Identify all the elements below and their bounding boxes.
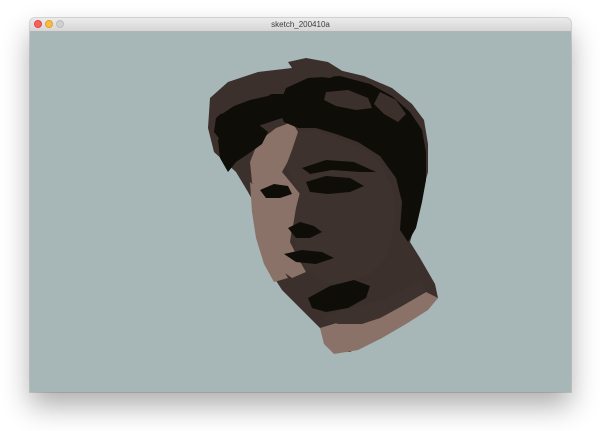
window-title: sketch_200410a xyxy=(271,20,330,29)
title-bar[interactable]: sketch_200410a xyxy=(30,18,571,32)
app-window: sketch_200410a xyxy=(30,18,571,392)
sketch-canvas[interactable] xyxy=(30,32,571,392)
portrait-illustration xyxy=(30,32,571,392)
